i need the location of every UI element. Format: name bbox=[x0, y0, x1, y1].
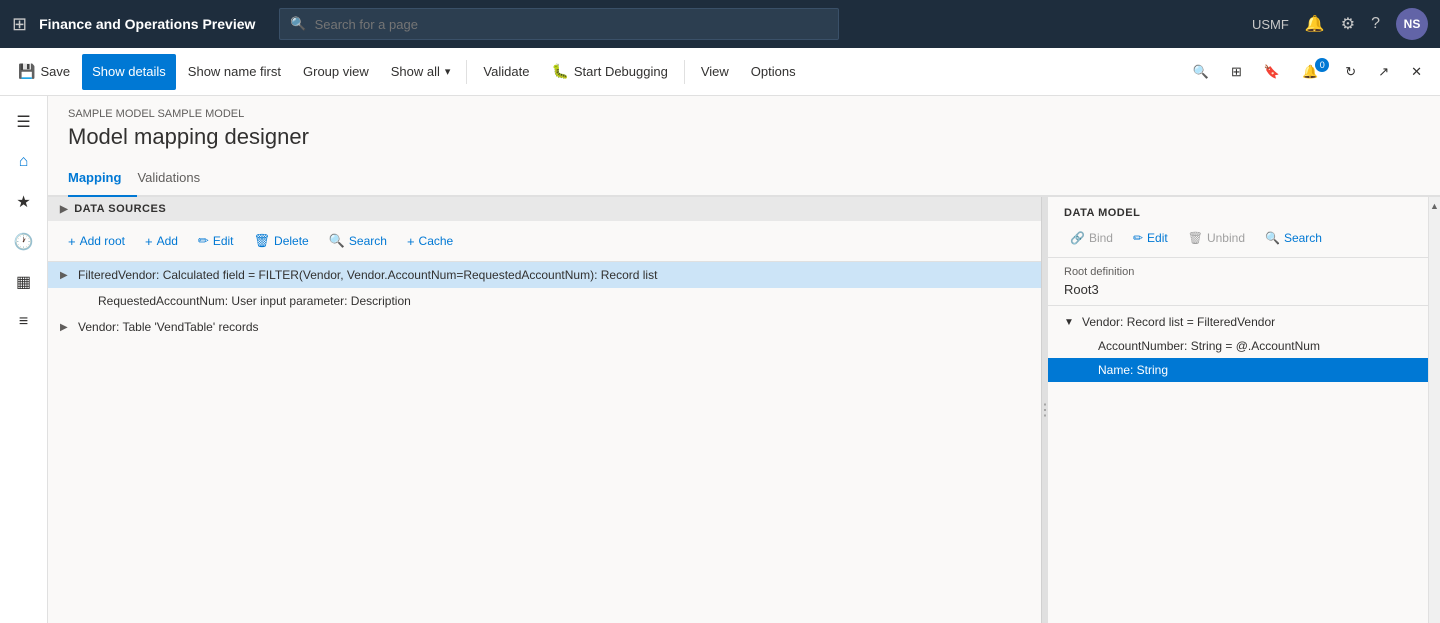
scroll-up-icon[interactable]: ▲ bbox=[1430, 201, 1439, 211]
start-debugging-button[interactable]: 🐛 Start Debugging bbox=[541, 54, 677, 90]
save-icon: 💾 bbox=[18, 63, 35, 80]
search-button[interactable]: 🔍 Search bbox=[321, 229, 395, 253]
dm-tree-item-vendor[interactable]: ▼ Vendor: Record list = FilteredVendor bbox=[1048, 310, 1428, 334]
app-title: Finance and Operations Preview bbox=[39, 16, 255, 32]
root-definition-section: Root definition Root3 bbox=[1048, 258, 1428, 306]
split-icon[interactable]: ⊞ bbox=[1221, 54, 1252, 90]
data-sources-toolbar: + Add root + Add ✏ Edit 🗑 Delete bbox=[48, 221, 1041, 262]
delete-icon: 🗑 bbox=[254, 233, 271, 249]
designer-layout: ▶ DATA SOURCES + Add root + Add ✏ Edit bbox=[48, 197, 1440, 623]
save-button[interactable]: 💾 Save bbox=[8, 54, 80, 90]
add-icon: + bbox=[145, 234, 153, 249]
bind-button[interactable]: 🔗 Bind bbox=[1064, 227, 1119, 249]
action-toolbar: 💾 Save Show details Show name first Grou… bbox=[0, 48, 1440, 96]
edit-icon: ✏ bbox=[198, 233, 209, 249]
data-sources-header: ▶ DATA SOURCES bbox=[48, 197, 1041, 221]
collapse-icon[interactable]: ▶ bbox=[60, 204, 68, 215]
tab-mapping[interactable]: Mapping bbox=[68, 162, 137, 197]
add-root-button[interactable]: + Add root bbox=[60, 230, 133, 253]
dm-search-icon: 🔍 bbox=[1265, 231, 1280, 245]
tab-validations[interactable]: Validations bbox=[137, 162, 216, 197]
left-sidebar: ☰ ⌂ ★ 🕐 ▦ ≡ bbox=[0, 96, 48, 623]
edit-button[interactable]: ✏ Edit bbox=[190, 229, 242, 253]
cache-icon: + bbox=[407, 234, 415, 249]
cache-button[interactable]: + Cache bbox=[399, 230, 461, 253]
main-layout: ☰ ⌂ ★ 🕐 ▦ ≡ SAMPLE MODEL SAMPLE MODEL Mo… bbox=[0, 96, 1440, 623]
dm-tree-item-account-number[interactable]: AccountNumber: String = @.AccountNum bbox=[1048, 334, 1428, 358]
page-title: Model mapping designer bbox=[68, 124, 1420, 150]
data-sources-tree: ▶ FilteredVendor: Calculated field = FIL… bbox=[48, 262, 1041, 623]
dm-tree-item-name-string[interactable]: Name: String bbox=[1048, 358, 1428, 382]
debug-icon: 🐛 bbox=[551, 63, 568, 80]
sidebar-item-workspaces[interactable]: ▦ bbox=[6, 264, 42, 300]
right-scrollbar: ▲ bbox=[1428, 197, 1440, 623]
content-area: SAMPLE MODEL SAMPLE MODEL Model mapping … bbox=[48, 96, 1440, 623]
dm-expand-icon[interactable]: ▼ bbox=[1064, 317, 1078, 328]
validate-button[interactable]: Validate bbox=[473, 54, 539, 90]
page-header: SAMPLE MODEL SAMPLE MODEL Model mapping … bbox=[48, 96, 1440, 162]
popout-icon[interactable]: ↗ bbox=[1368, 54, 1399, 90]
refresh-icon[interactable]: ↻ bbox=[1335, 54, 1366, 90]
tab-bar: Mapping Validations bbox=[48, 162, 1440, 197]
show-name-first-button[interactable]: Show name first bbox=[178, 54, 291, 90]
dm-search-button[interactable]: 🔍 Search bbox=[1259, 227, 1328, 249]
root-definition-value: Root3 bbox=[1064, 282, 1412, 297]
grid-icon[interactable]: ⊞ bbox=[12, 14, 27, 35]
search-icon: 🔍 bbox=[329, 233, 345, 249]
data-model-title: DATA MODEL bbox=[1064, 207, 1412, 219]
unbind-button[interactable]: 🗑 Unbind bbox=[1182, 227, 1251, 249]
toolbar-divider-2 bbox=[684, 60, 685, 84]
dm-edit-icon: ✏ bbox=[1133, 231, 1143, 245]
data-model-toolbar: 🔗 Bind ✏ Edit 🗑 Unbind 🔍 bbox=[1064, 227, 1412, 249]
expand-icon[interactable]: ▶ bbox=[60, 270, 74, 281]
show-details-button[interactable]: Show details bbox=[82, 54, 176, 90]
sidebar-item-home[interactable]: ⌂ bbox=[6, 144, 42, 180]
dm-edit-button[interactable]: ✏ Edit bbox=[1127, 227, 1174, 249]
global-search-input[interactable] bbox=[315, 17, 829, 32]
group-view-button[interactable]: Group view bbox=[293, 54, 379, 90]
global-search-box[interactable]: 🔍 bbox=[279, 8, 839, 40]
data-model-tree: ▼ Vendor: Record list = FilteredVendor A… bbox=[1048, 306, 1428, 623]
tree-item-requested-account-num[interactable]: RequestedAccountNum: User input paramete… bbox=[48, 288, 1041, 314]
data-model-header: DATA MODEL 🔗 Bind ✏ Edit 🗑 Unbind bbox=[1048, 197, 1428, 258]
avatar[interactable]: NS bbox=[1396, 8, 1428, 40]
env-label: USMF bbox=[1252, 17, 1289, 32]
data-sources-panel: ▶ DATA SOURCES + Add root + Add ✏ Edit bbox=[48, 197, 1042, 623]
bookmark-icon[interactable]: 🔖 bbox=[1254, 54, 1290, 90]
tree-item-filtered-vendor[interactable]: ▶ FilteredVendor: Calculated field = FIL… bbox=[48, 262, 1041, 288]
breadcrumb: SAMPLE MODEL SAMPLE MODEL bbox=[68, 108, 1420, 120]
search-icon: 🔍 bbox=[290, 16, 306, 32]
notifications-badge-icon[interactable]: 🔔0 bbox=[1292, 54, 1333, 90]
search-toolbar-icon[interactable]: 🔍 bbox=[1183, 54, 1219, 90]
toolbar-divider-1 bbox=[466, 60, 467, 84]
sidebar-item-modules[interactable]: ≡ bbox=[6, 304, 42, 340]
show-all-button[interactable]: Show all bbox=[381, 54, 461, 90]
tree-item-vendor-table[interactable]: ▶ Vendor: Table 'VendTable' records bbox=[48, 314, 1041, 340]
settings-icon[interactable]: ⚙ bbox=[1341, 14, 1355, 34]
sidebar-item-favorites[interactable]: ★ bbox=[6, 184, 42, 220]
unbind-icon: 🗑 bbox=[1188, 231, 1203, 245]
options-button[interactable]: Options bbox=[741, 54, 806, 90]
expand-icon[interactable]: ▶ bbox=[60, 322, 74, 333]
sidebar-item-recent[interactable]: 🕐 bbox=[6, 224, 42, 260]
view-button[interactable]: View bbox=[691, 54, 739, 90]
close-icon[interactable]: ✕ bbox=[1401, 54, 1432, 90]
sidebar-item-hamburger[interactable]: ☰ bbox=[6, 104, 42, 140]
help-icon[interactable]: ? bbox=[1371, 15, 1380, 33]
root-definition-label: Root definition bbox=[1064, 266, 1412, 278]
notifications-icon[interactable]: 🔔 bbox=[1305, 14, 1325, 34]
top-navigation: ⊞ Finance and Operations Preview 🔍 USMF … bbox=[0, 0, 1440, 48]
add-button[interactable]: + Add bbox=[137, 230, 186, 253]
add-root-icon: + bbox=[68, 234, 76, 249]
nav-right: USMF 🔔 ⚙ ? NS bbox=[1252, 8, 1428, 40]
data-model-panel: DATA MODEL 🔗 Bind ✏ Edit 🗑 Unbind bbox=[1048, 197, 1428, 623]
delete-button[interactable]: 🗑 Delete bbox=[246, 229, 317, 253]
bind-icon: 🔗 bbox=[1070, 231, 1085, 245]
